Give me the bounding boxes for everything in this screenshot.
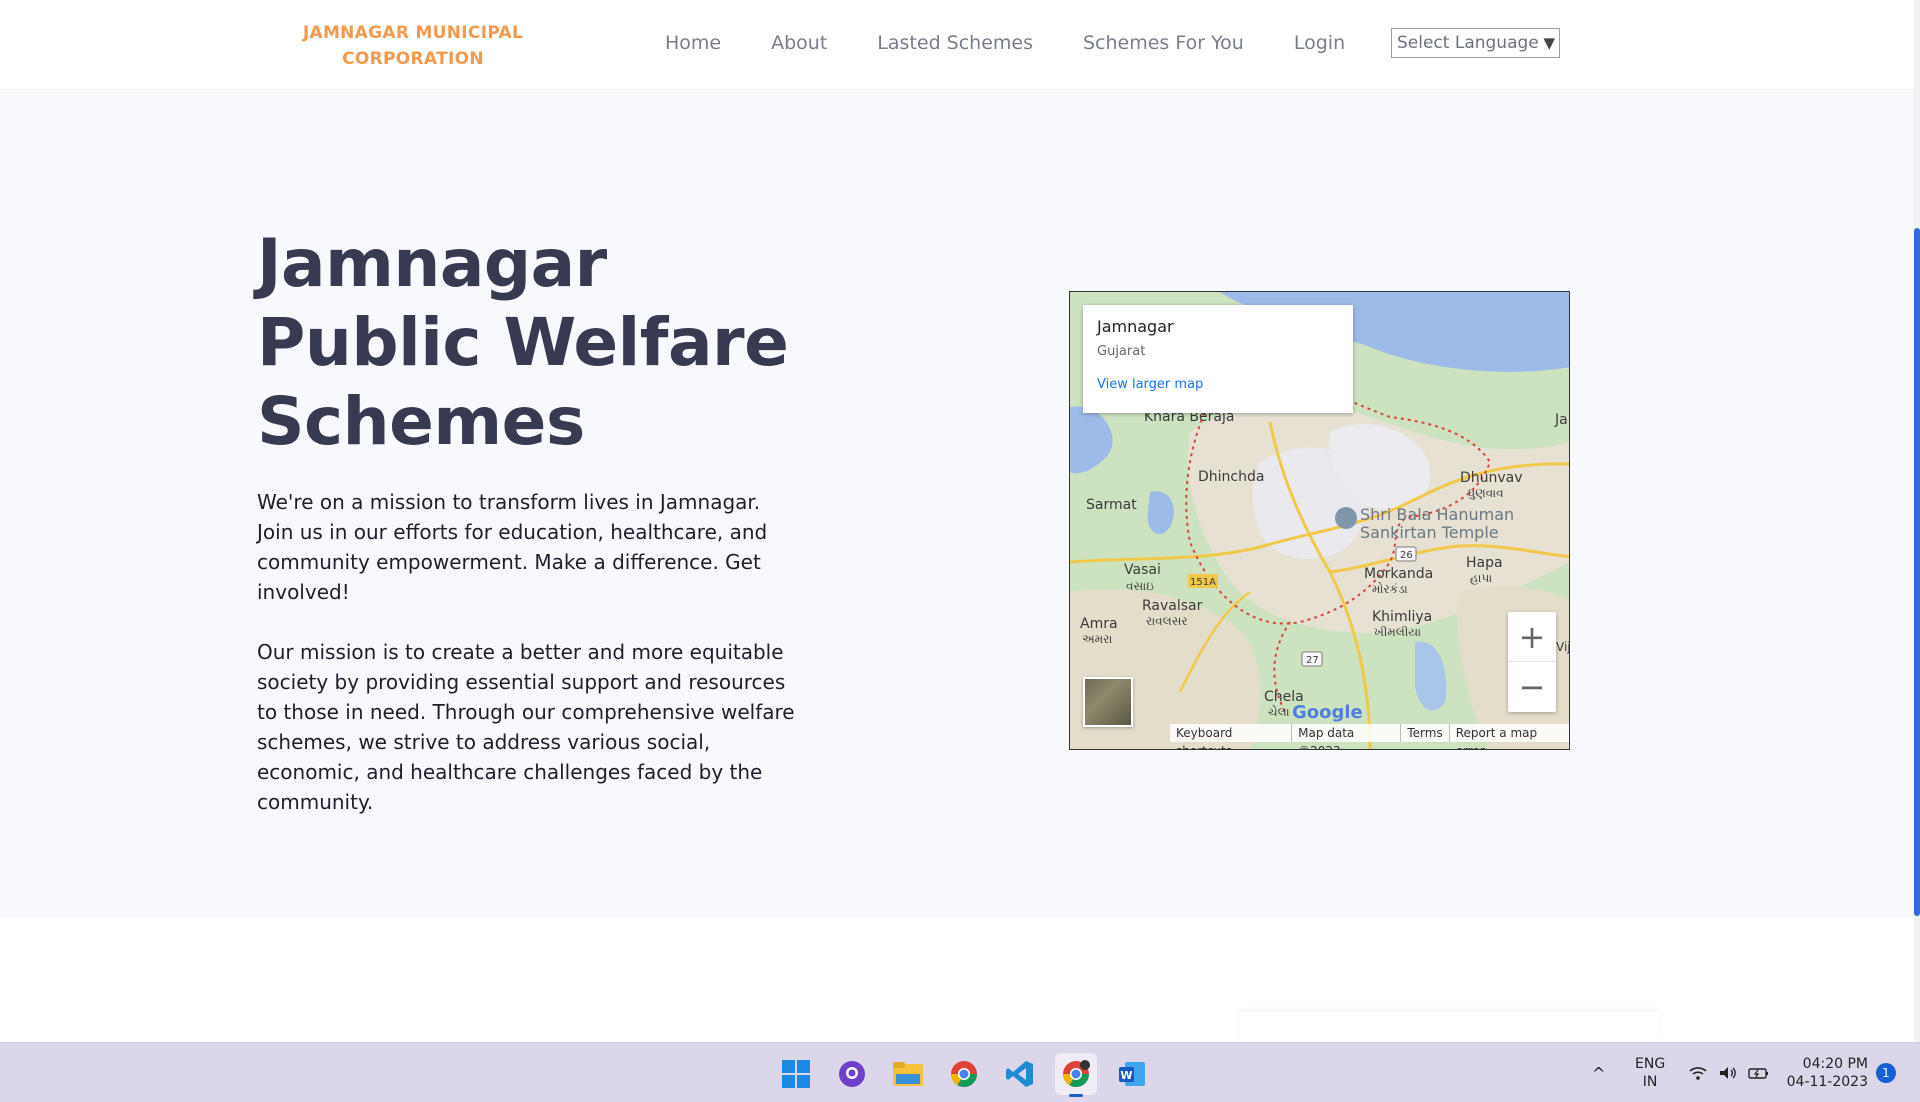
- zoom-out-button[interactable]: −: [1508, 662, 1556, 712]
- site-logo[interactable]: JAMNAGAR MUNICIPAL CORPORATION: [293, 20, 533, 72]
- taskbar-clock[interactable]: 04:20 PM 04-11-2023: [1782, 1043, 1868, 1102]
- map-label-amra-gu: અમરા: [1082, 632, 1113, 646]
- volume-icon: [1720, 1067, 1736, 1079]
- page-title: Jamnagar Public Welfare Schemes: [257, 225, 789, 460]
- map-road-27: 27: [1306, 655, 1319, 666]
- nav-latest-schemes[interactable]: Lasted Schemes: [852, 28, 1058, 58]
- map-road-26: 26: [1400, 550, 1413, 561]
- map-label-amra: Amra: [1080, 616, 1118, 632]
- map-label-hapa: Hapa: [1466, 555, 1503, 571]
- file-explorer-icon[interactable]: [887, 1053, 929, 1095]
- nav-about[interactable]: About: [746, 28, 852, 58]
- notification-badge[interactable]: 1: [1876, 1063, 1896, 1083]
- map-label-ravalsar: Ravalsar: [1142, 598, 1203, 614]
- map-card-subtitle: Gujarat: [1097, 344, 1146, 359]
- chrome-icon[interactable]: [943, 1053, 985, 1095]
- map-data-text: Map data ©2023: [1291, 724, 1400, 749]
- scrollbar-thumb[interactable]: [1914, 228, 1920, 916]
- svg-text:W: W: [1120, 1069, 1132, 1082]
- map-label-dhinchda: Dhinchda: [1198, 469, 1265, 485]
- zoom-in-button[interactable]: +: [1508, 612, 1556, 662]
- terms-link[interactable]: Terms: [1400, 724, 1448, 742]
- map-label-vij: Vij: [1556, 640, 1570, 654]
- map-label-morkanda-gu: મોરકંડા: [1372, 582, 1408, 596]
- taskbar-apps: W: [775, 1053, 1153, 1097]
- language-select-label: Select Language: [1397, 33, 1539, 53]
- language-select[interactable]: Select Language ▼: [1391, 28, 1560, 58]
- satellite-toggle-button[interactable]: [1083, 677, 1133, 727]
- wifi-icon: [1689, 1067, 1707, 1080]
- map-label-vasai: Vasai: [1124, 562, 1161, 578]
- map-card-title: Jamnagar: [1097, 317, 1174, 336]
- map-zoom-controls: + −: [1508, 612, 1556, 712]
- map-label-khimliya: Khimliya: [1372, 609, 1433, 625]
- hero-paragraph-1: We're on a mission to transform lives in…: [257, 490, 768, 604]
- view-larger-map-link[interactable]: View larger map: [1097, 377, 1339, 392]
- report-map-error-link[interactable]: Report a map error: [1448, 724, 1569, 749]
- map-label-morkanda: Morkanda: [1364, 566, 1434, 582]
- card-edge: [1240, 1012, 1660, 1040]
- hero-paragraph-2: Our mission is to create a better and mo…: [257, 640, 795, 814]
- map-info-card: Jamnagar Gujarat View larger map: [1083, 305, 1353, 413]
- map-label-sarmat: Sarmat: [1086, 497, 1137, 513]
- map-label-dhunvav-gu: ધુણવાવ: [1468, 486, 1504, 500]
- dropdown-arrow-icon: ▼: [1543, 34, 1555, 52]
- map-label-khimliya-gu: ખીમલીયા: [1374, 625, 1422, 639]
- nav-login[interactable]: Login: [1269, 28, 1370, 58]
- map-label-chela-gu: ચેલા: [1268, 705, 1290, 719]
- language-code: ENG: [1635, 1056, 1666, 1072]
- map-label-ravalsar-gu: રાવલસર: [1146, 614, 1188, 628]
- show-hidden-icons-button[interactable]: ^: [1592, 1043, 1605, 1102]
- windows-start-icon[interactable]: [775, 1053, 817, 1095]
- chevron-up-icon: ^: [1592, 1063, 1606, 1083]
- map-label-vasai-gu: વસાઇ: [1126, 579, 1154, 593]
- site-header: JAMNAGAR MUNICIPAL CORPORATION Home Abou…: [0, 0, 1914, 90]
- map-label-hapa-gu: હાપા: [1470, 571, 1493, 585]
- google-logo: Google: [1292, 702, 1363, 723]
- nav-schemes-for-you[interactable]: Schemes For You: [1058, 28, 1269, 58]
- clock-time: 04:20 PM: [1802, 1056, 1868, 1072]
- word-icon[interactable]: W: [1111, 1053, 1153, 1095]
- github-desktop-icon[interactable]: [831, 1053, 873, 1095]
- vscode-icon[interactable]: [999, 1053, 1041, 1095]
- map-road-151a: 151A: [1190, 577, 1216, 588]
- keyboard-shortcuts-link[interactable]: Keyboard shortcuts: [1170, 724, 1291, 749]
- map-label-ja: Ja: [1555, 412, 1568, 428]
- map-label-dhunvav: Dhunvav: [1460, 470, 1523, 486]
- battery-icon: [1748, 1068, 1768, 1079]
- system-tray-icons[interactable]: [1688, 1043, 1770, 1102]
- chrome-profile-icon[interactable]: [1055, 1053, 1097, 1097]
- main-nav: Home About Lasted Schemes Schemes For Yo…: [640, 28, 1370, 58]
- windows-taskbar: W ^ ENG IN 04:20 PM 04-11-2023: [0, 1042, 1920, 1102]
- region-code: IN: [1642, 1074, 1658, 1090]
- map-poi-temple[interactable]: Shri Bala Hanuman Sankirtan Temple: [1360, 506, 1520, 542]
- input-language-indicator[interactable]: ENG IN: [1635, 1043, 1665, 1102]
- clock-date: 04-11-2023: [1786, 1074, 1868, 1090]
- embedded-map[interactable]: Khara Beraja Dhinchda Sarmat Vasai વસાઇ …: [1069, 291, 1570, 750]
- map-footer: Keyboard shortcuts Map data ©2023 Terms …: [1170, 724, 1569, 749]
- nav-home[interactable]: Home: [640, 28, 746, 58]
